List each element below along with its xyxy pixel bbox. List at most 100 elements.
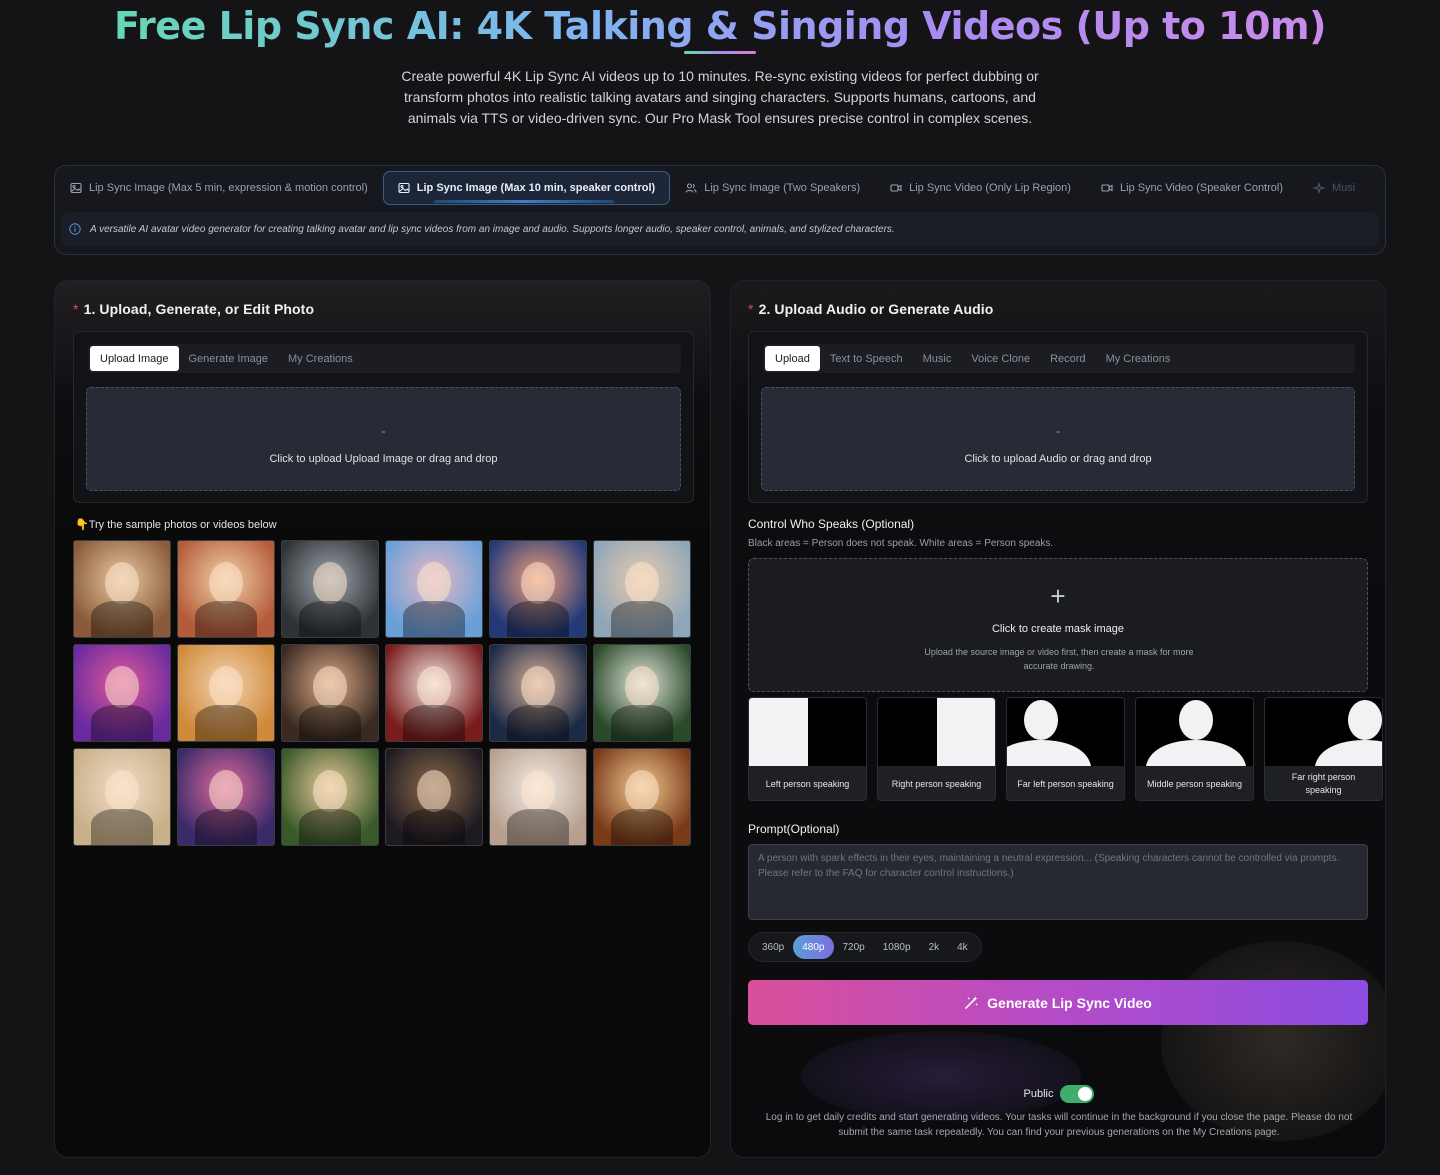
resolution-option[interactable]: 1080p — [874, 935, 920, 959]
source-tab[interactable]: Generate Image — [179, 346, 279, 371]
video-icon — [1101, 184, 1113, 192]
source-tab[interactable]: My Creations — [1096, 346, 1181, 371]
mask-preset-left[interactable]: Left person speaking — [748, 697, 867, 801]
mode-tab[interactable]: Lip Sync Video (Only Lip Region) — [875, 171, 1086, 205]
thumbnail-body — [507, 600, 569, 637]
public-row: Public — [731, 1085, 1385, 1103]
sample-thumbnail-woman-singing[interactable] — [593, 748, 691, 846]
source-tab[interactable]: Text to Speech — [820, 346, 913, 371]
photo-source-tabs: Upload Image Generate Image My Creations — [88, 344, 681, 373]
page-description: Create powerful 4K Lip Sync AI videos up… — [401, 68, 1039, 126]
sample-thumbnail-baby-singing[interactable] — [593, 540, 691, 638]
mode-tab[interactable]: Lip Sync Image (Max 5 min, expression & … — [55, 171, 383, 205]
sample-thumbnail-singing-cat[interactable] — [73, 540, 171, 638]
sample-thumbnail-blonde-woman[interactable] — [73, 748, 171, 846]
sample-thumbnail-santa-claus[interactable] — [385, 644, 483, 742]
mode-tab[interactable]: Lip Sync Image (Max 10 min, speaker cont… — [382, 171, 671, 205]
thumbnail-subject — [104, 666, 140, 709]
mask-preset-label: Middle person speaking — [1146, 778, 1243, 789]
thumbnail-body — [611, 808, 673, 845]
resolution-option[interactable]: 2k — [920, 935, 949, 959]
sample-thumbnail-pop-star-baby[interactable] — [73, 644, 171, 742]
required-mark: * — [73, 301, 79, 317]
prompt-input[interactable] — [748, 844, 1368, 920]
thumbnail-body — [611, 600, 673, 637]
thumbnail-body — [299, 808, 361, 845]
sample-thumbnail-woman-stage[interactable] — [489, 748, 587, 846]
sample-grid — [73, 540, 691, 846]
thumbnail-subject — [416, 666, 452, 709]
thumbnail-body — [507, 808, 569, 845]
sample-thumbnail-joker[interactable] — [593, 644, 691, 742]
mode-tab-label: Lip Sync Image (Max 5 min, expression & … — [89, 182, 368, 194]
photo-section-title: * 1. Upload, Generate, or Edit Photo — [73, 301, 314, 317]
mask-preset-label: Far left person speaking — [1017, 778, 1114, 789]
audio-dropzone[interactable]: - Click to upload Audio or drag and drop — [761, 387, 1355, 491]
sample-thumbnail-man-microphone[interactable] — [489, 644, 587, 742]
required-mark: * — [748, 301, 754, 317]
photo-dropzone[interactable]: - Click to upload Upload Image or drag a… — [86, 387, 681, 491]
page-title: Free Lip Sync AI: 4K Talking & Singing V… — [0, 4, 1440, 48]
sample-thumbnail-gorilla-car[interactable] — [281, 540, 379, 638]
source-tab[interactable]: Upload Image — [90, 346, 179, 371]
mode-info-text: A versatile AI avatar video generator fo… — [90, 223, 895, 235]
thumbnail-body — [403, 704, 465, 741]
thumbnail-body — [403, 808, 465, 845]
mode-tab-label: Lip Sync Image (Max 10 min, speaker cont… — [416, 182, 656, 194]
public-label: Public — [1023, 1088, 1054, 1100]
create-mask-title: Click to create mask image — [991, 623, 1125, 635]
plus-icon: + — [1050, 581, 1066, 611]
sample-thumbnail-smiling-man[interactable] — [281, 644, 379, 742]
audio-card: * 2. Upload Audio or Generate Audio Uploa… — [730, 280, 1386, 1158]
source-tab[interactable]: Record — [1040, 346, 1095, 371]
info-icon — [69, 223, 81, 235]
mode-tab-label: Lip Sync Image (Two Speakers) — [704, 182, 861, 194]
thumbnail-subject — [624, 562, 660, 605]
resolution-option[interactable]: 360p — [753, 935, 793, 959]
thumbnail-subject — [104, 562, 140, 605]
thumbnail-body — [91, 808, 153, 845]
mode-tab-label: Lip Sync Video (Only Lip Region) — [909, 182, 1071, 194]
mask-preview — [1265, 698, 1382, 766]
sample-thumbnail-baby-microphone[interactable] — [489, 540, 587, 638]
dropzone-dash: - — [1056, 424, 1060, 438]
thumbnail-subject — [312, 770, 348, 813]
sample-thumbnail-snow-white[interactable] — [281, 748, 379, 846]
mode-tab[interactable]: Lip Sync Image (Two Speakers) — [670, 171, 875, 205]
source-tab[interactable]: Music — [913, 346, 962, 371]
source-tab[interactable]: Voice Clone — [961, 346, 1040, 371]
resolution-option[interactable]: 720p — [834, 935, 874, 959]
dropzone-dash: - — [381, 424, 386, 438]
background-glow — [801, 1031, 1081, 1121]
sample-thumbnail-bunny-officer[interactable] — [385, 540, 483, 638]
generate-button[interactable]: Generate Lip Sync Video — [748, 980, 1368, 1025]
audio-section-title-text: 2. Upload Audio or Generate Audio — [758, 301, 994, 317]
image-icon — [398, 182, 410, 194]
sample-thumbnail-kitten-couch[interactable] — [177, 540, 275, 638]
resolution-option[interactable]: 480p — [793, 935, 834, 959]
prompt-title: Prompt(Optional) — [748, 822, 840, 836]
public-toggle[interactable] — [1060, 1085, 1095, 1103]
thumbnail-subject — [520, 770, 556, 813]
create-mask-box[interactable]: + Click to create mask image Upload the … — [748, 558, 1368, 692]
mode-tab[interactable]: Musi — [1298, 171, 1370, 205]
resolution-option[interactable]: 4k — [948, 935, 977, 959]
mask-preset-label: Left person speaking — [765, 778, 850, 789]
audio-section-title: * 2. Upload Audio or Generate Audio — [748, 301, 993, 317]
audio-upload-box: Upload Text to Speech Music Voice Clone Reco… — [748, 331, 1368, 503]
generate-button-label: Generate Lip Sync Video — [987, 994, 1152, 1011]
source-tab[interactable]: Upload — [765, 346, 820, 371]
mask-preset-middle[interactable]: Middle person speaking — [1135, 697, 1254, 801]
mode-tab[interactable]: Lip Sync Video (Speaker Control) — [1086, 171, 1298, 205]
dropzone-text: Click to upload Audio or drag and drop — [964, 453, 1152, 465]
thumbnail-subject — [208, 770, 244, 813]
mask-preset-right[interactable]: Right person speaking — [877, 697, 996, 801]
sample-thumbnail-baby-headphones[interactable] — [177, 644, 275, 742]
mask-preset-farleft[interactable]: Far left person speaking — [1006, 697, 1125, 801]
sample-thumbnail-harley-quinn[interactable] — [177, 748, 275, 846]
source-tab[interactable]: My Creations — [278, 346, 363, 371]
mask-preset-farright[interactable]: Far right person speaking — [1264, 697, 1383, 801]
users-icon — [685, 183, 697, 193]
sample-thumbnail-dark-sorceress[interactable] — [385, 748, 483, 846]
video-icon — [890, 184, 902, 192]
